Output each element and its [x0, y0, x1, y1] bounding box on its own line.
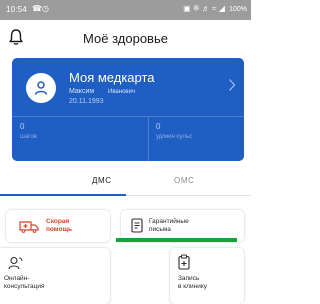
avatar: [26, 73, 56, 103]
guarantee-letters-label: Гарантийные письма: [149, 218, 189, 233]
tab-oms[interactable]: ОМС: [174, 176, 194, 185]
document-icon: [131, 218, 143, 233]
person-icon: [34, 81, 48, 95]
steps-label: шагов: [20, 134, 37, 140]
status-icons: ▣ ※ ♬ ≈ ◢ 100%: [183, 4, 247, 13]
steps-value: 0: [20, 122, 25, 131]
wifi-icon: ≈: [212, 4, 217, 13]
progress-bar: [116, 238, 237, 242]
app-header: Моё здоровье: [0, 20, 251, 60]
sound-icon: ♬: [201, 4, 210, 13]
sim-icon: ▣: [183, 4, 191, 13]
patient-first-name: Максим: [69, 88, 95, 95]
pulse-value: 0: [156, 122, 161, 131]
divider: [148, 116, 149, 161]
ambulance-tile[interactable]: Скорая помощь: [6, 210, 110, 242]
tab-active-indicator: [0, 194, 126, 196]
medcard-header[interactable]: Моя медкарта Максим Иванович 20.11.1993: [12, 58, 244, 116]
phone-icon: ☎: [32, 4, 42, 13]
status-time: 10:54: [6, 5, 28, 14]
page-title: Моё здоровье: [83, 31, 168, 46]
ambulance-icon: [19, 221, 39, 233]
alarm-icon: ◷: [42, 4, 49, 13]
appointment-icon: [178, 254, 190, 270]
medcard-title: Моя медкарта: [69, 70, 155, 85]
online-consultation-label: Онлайн-консультация: [4, 275, 45, 290]
battery-level: 100%: [229, 6, 247, 13]
insurance-tabs: ДМС ОМС: [0, 170, 251, 198]
tab-dms[interactable]: ДМС: [92, 176, 112, 185]
patient-birth-date: 20.11.1993: [69, 98, 104, 105]
clinic-appointment-tile[interactable]: Запись в клинику: [170, 248, 244, 304]
pulse-label: уд/мин пульс: [156, 134, 193, 140]
chevron-right-icon[interactable]: [228, 78, 236, 92]
doctor-icon: [8, 256, 23, 270]
medcard-panel[interactable]: Моя медкарта Максим Иванович 20.11.1993 …: [12, 58, 244, 161]
signal-icon: ◢: [218, 4, 225, 13]
patient-last-name: Иванович: [108, 89, 136, 95]
divider: [12, 116, 244, 117]
ambulance-label: Скорая помощь: [46, 218, 72, 233]
status-bar: 10:54 ☎ ◷ ▣ ※ ♬ ≈ ◢ 100%: [0, 0, 251, 20]
bluetooth-icon: ※: [192, 4, 200, 13]
clinic-appointment-label: Запись в клинику: [178, 275, 207, 290]
online-consultation-tile[interactable]: Онлайн-консультация: [0, 248, 110, 304]
